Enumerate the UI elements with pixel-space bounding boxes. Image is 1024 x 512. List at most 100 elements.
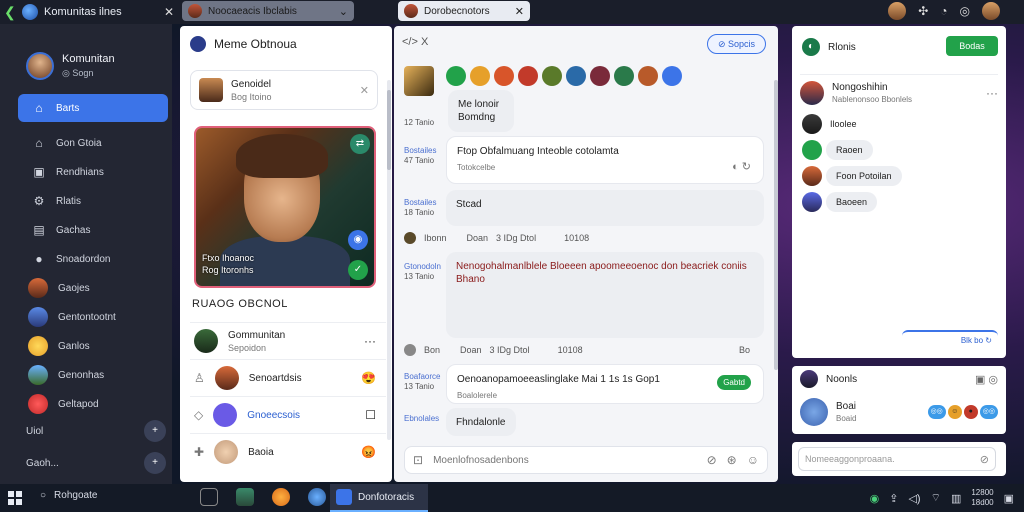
sidebar-item-9[interactable]: Genonhas bbox=[18, 362, 168, 388]
sidebar-bottom-2[interactable]: Gaoh... + bbox=[26, 452, 166, 474]
profile-avatar[interactable] bbox=[982, 2, 1000, 20]
chat-scrollbar[interactable] bbox=[774, 80, 778, 370]
start-button[interactable] bbox=[8, 491, 22, 505]
header-button[interactable]: ⊘ Sopcis bbox=[706, 34, 766, 54]
send-icon[interactable]: ⊘ bbox=[980, 453, 989, 466]
sidebar-bottom-1[interactable]: Uiol + bbox=[26, 420, 166, 442]
sidebar-item-4[interactable]: ▤ Gachas bbox=[18, 217, 168, 243]
message-bubble[interactable]: Nenogohalmanlblele Bloeeen apoomeeoenoc … bbox=[446, 252, 764, 338]
chip[interactable]: Raoen bbox=[802, 140, 902, 160]
profile-block[interactable]: Komunitan ◎ Sogn bbox=[26, 52, 115, 80]
upload-icon[interactable]: ⇪ bbox=[889, 492, 898, 505]
message-bubble[interactable]: Me lonoir Bomdng bbox=[448, 90, 514, 132]
sidebar-item-label: Rlatis bbox=[56, 195, 82, 207]
list-item[interactable]: ✚ Baoia 😡 bbox=[190, 433, 386, 470]
close-icon[interactable]: ✕ bbox=[164, 5, 174, 19]
avatar[interactable] bbox=[662, 66, 682, 86]
app-tray-icon[interactable]: ◉ bbox=[870, 492, 880, 505]
sidebar-nav: ⌂ Barts ⌂ Gon Gtoia ▣ Rendhians ⚙ Rlatis… bbox=[18, 94, 168, 420]
chip[interactable]: Iloolee bbox=[802, 114, 902, 134]
sidebar-item-0[interactable]: ⌂ Barts bbox=[18, 94, 168, 122]
expand-button[interactable]: + bbox=[144, 452, 166, 474]
sidebar-item-3[interactable]: ⚙ Rlatis bbox=[18, 188, 168, 214]
attach-icon[interactable]: ⊘ bbox=[707, 453, 717, 467]
chip[interactable]: Baoeen bbox=[802, 192, 902, 212]
footer-link[interactable]: Blk bo ↻ bbox=[902, 330, 998, 350]
message-bubble[interactable]: Oenoanopamoeeaslinglake Mai 1 1s 1s Gop1… bbox=[446, 364, 764, 404]
image-icon[interactable]: ⊡ bbox=[413, 453, 423, 467]
sidebar-item-1[interactable]: ⌂ Gon Gtoia bbox=[18, 130, 168, 156]
avatar[interactable] bbox=[590, 66, 610, 86]
list-item[interactable]: Gommunitan Sepoidon ··· bbox=[190, 322, 386, 359]
emoji-icon[interactable]: 😡 bbox=[361, 445, 376, 459]
settings-icon[interactable]: ◎ bbox=[960, 4, 970, 18]
network-icon[interactable]: ▥ bbox=[951, 492, 961, 505]
sidebar-item-10[interactable]: Geltapod bbox=[18, 391, 168, 417]
close-icon[interactable]: ✕ bbox=[360, 84, 369, 97]
app-icon[interactable] bbox=[236, 488, 254, 506]
right-input[interactable]: Nomeeaggonproaana. ⊘ bbox=[798, 447, 996, 471]
hero-image[interactable]: ⇄ ◉ ✓ Ftxo Ihoanoc Rog Itoronhs bbox=[194, 126, 376, 288]
avatar bbox=[214, 366, 239, 390]
voice-icon[interactable]: ◉ bbox=[348, 230, 368, 250]
message-input[interactable] bbox=[433, 454, 697, 466]
sidebar-item-2[interactable]: ▣ Rendhians bbox=[18, 159, 168, 185]
chat-header-icons[interactable]: </> X bbox=[402, 36, 428, 48]
message-bubble[interactable]: Stcad bbox=[446, 190, 764, 226]
emoji-icon[interactable]: ☺ bbox=[747, 453, 759, 467]
close-tab-icon[interactable]: ✕ bbox=[515, 5, 524, 18]
chip[interactable]: Foon Potoilan bbox=[802, 166, 902, 186]
sidebar-item-6[interactable]: Gaojes bbox=[18, 275, 168, 301]
expand-button[interactable]: + bbox=[144, 420, 166, 442]
message-composer[interactable]: ⊡ ⊘ ⊛ ☺ bbox=[404, 446, 768, 474]
image-icon[interactable]: ▣ ◎ bbox=[975, 373, 998, 386]
user-avatar[interactable] bbox=[888, 2, 907, 20]
avatar[interactable] bbox=[614, 66, 634, 86]
list-item[interactable]: ◇ Gnoeecsois ☐ bbox=[190, 396, 386, 433]
tab-1[interactable]: Noocaeacis Ibclabis ⌄ bbox=[182, 1, 354, 21]
list-item[interactable]: ♙ Senoartdsis 😍 bbox=[190, 359, 386, 396]
message-meta: Bon Doan 3 IDg Dtol 10108 Bo bbox=[404, 344, 764, 356]
card-body[interactable]: Boai Boaid ◎◎ ☺ ● ◎◎ bbox=[800, 398, 998, 426]
message-bubble[interactable]: Ftop Obfalmuang Inteoble cotolamta Totok… bbox=[446, 136, 764, 184]
gif-icon[interactable]: ⊛ bbox=[727, 453, 737, 467]
wifi-icon[interactable]: ⌔ bbox=[931, 491, 941, 505]
avatar[interactable] bbox=[542, 66, 562, 86]
avatar[interactable] bbox=[566, 66, 586, 86]
task-view-icon[interactable] bbox=[200, 488, 218, 506]
tab-2[interactable]: Dorobecnotors ✕ bbox=[398, 1, 530, 21]
more-icon[interactable]: ··· bbox=[364, 334, 376, 348]
notification-icon[interactable]: ▣ bbox=[1004, 492, 1014, 505]
emoji-icon[interactable]: 😍 bbox=[361, 371, 376, 385]
checkbox[interactable]: ☐ bbox=[365, 408, 376, 422]
avatar[interactable] bbox=[494, 66, 514, 86]
taskbar-search[interactable]: ○ Rohgoate bbox=[40, 490, 97, 501]
pinned-card[interactable]: Genoidel Bog Itoino ✕ bbox=[190, 70, 378, 110]
app-icon[interactable] bbox=[272, 488, 290, 506]
gamepad-icon[interactable]: ✣ bbox=[918, 4, 928, 18]
list-item[interactable]: Nongoshihin Nablenonsoo Bbonlels ··· bbox=[800, 74, 998, 105]
taskbar: ○ Rohgoate Donfotoracis ◉ ⇪ ◁) ⌔ ▥ 12800… bbox=[0, 484, 1024, 512]
browser-icon[interactable] bbox=[308, 488, 326, 506]
message-bubble[interactable]: Fhndalonle bbox=[446, 408, 516, 436]
reaction-icon[interactable]: ◐ ↻ bbox=[732, 161, 751, 174]
join-button[interactable]: Bodas bbox=[946, 36, 998, 56]
status-icon[interactable]: ✓ bbox=[348, 260, 368, 280]
active-app[interactable]: Donfotoracis bbox=[330, 484, 428, 512]
scrollbar-thumb[interactable] bbox=[387, 90, 391, 170]
volume-icon[interactable]: ◁) bbox=[908, 492, 920, 505]
sidebar-item-5[interactable]: ● Snoadordon bbox=[18, 246, 168, 272]
sidebar-item-7[interactable]: Gentontootnt bbox=[18, 304, 168, 330]
clock[interactable]: 12800 18d00 bbox=[971, 488, 993, 508]
avatar[interactable] bbox=[638, 66, 658, 86]
avatar[interactable] bbox=[446, 66, 466, 86]
avatar[interactable] bbox=[470, 66, 490, 86]
sidebar-item-8[interactable]: Ganlos bbox=[18, 333, 168, 359]
channel-avatar bbox=[28, 307, 48, 327]
chevron-down-icon[interactable]: ⌄ bbox=[339, 5, 348, 18]
avatar[interactable] bbox=[518, 66, 538, 86]
chevron-left-icon[interactable]: ❮ bbox=[4, 4, 16, 21]
more-icon[interactable]: ··· bbox=[986, 86, 998, 100]
share-icon[interactable]: ⇄ bbox=[350, 134, 370, 154]
notification-icon[interactable]: ◔ bbox=[940, 4, 947, 18]
